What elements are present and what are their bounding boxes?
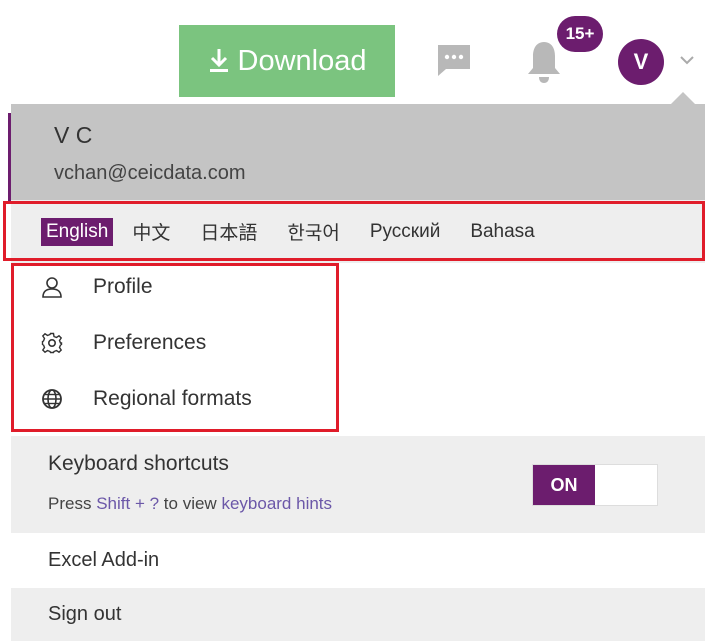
menu-item-regional-formats[interactable]: Regional formats [41,379,252,419]
gear-icon [41,332,63,354]
notification-badge: 15+ [557,16,603,52]
language-chinese[interactable]: 中文 [127,215,175,248]
language-bar: English 中文 日本語 한국어 Русский Bahasa [11,200,705,263]
user-icon [42,277,62,298]
chevron-down-icon[interactable] [679,54,695,66]
language-english[interactable]: English [41,217,114,246]
user-email: vchan@ceicdata.com [54,162,246,184]
keyboard-shortcuts-title: Keyboard shortcuts [48,452,229,475]
avatar[interactable]: V [618,39,664,85]
menu-item-profile[interactable]: Profile [41,267,153,307]
download-button[interactable]: Download [179,25,395,97]
hint-key: Shift + ? [96,494,160,513]
bell-icon[interactable] [526,40,562,84]
hint-mid: to view [163,494,217,513]
language-bahasa[interactable]: Bahasa [465,218,539,246]
excel-addin-item[interactable]: Excel Add-in [11,533,705,588]
user-header: V C vchan@ceicdata.com [11,104,705,200]
menu-label-profile: Profile [93,275,153,298]
keyboard-shortcuts-toggle[interactable]: ON [532,464,658,506]
chat-icon[interactable] [436,43,472,77]
globe-icon [42,389,62,409]
language-korean[interactable]: 한국어 [282,215,344,248]
menu-label-regional-formats: Regional formats [93,387,252,410]
language-japanese[interactable]: 日本語 [195,215,262,248]
keyboard-hints-link[interactable]: keyboard hints [221,494,332,513]
download-label: Download [237,44,367,77]
user-name: V C [54,122,93,148]
toggle-on-label: ON [533,465,595,505]
keyboard-shortcuts-section: Keyboard shortcuts Press Shift + ? to vi… [11,436,705,533]
keyboard-hint: Press Shift + ? to view keyboard hints [48,494,332,514]
menu-item-preferences[interactable]: Preferences [41,323,206,363]
download-icon [209,49,228,72]
hint-prefix: Press [48,494,92,513]
language-russian[interactable]: Русский [365,218,446,246]
menu-label-preferences: Preferences [93,331,207,354]
sign-out-item[interactable]: Sign out [11,588,705,641]
user-dropdown-panel: V C vchan@ceicdata.com English 中文 日本語 한국… [11,104,705,641]
